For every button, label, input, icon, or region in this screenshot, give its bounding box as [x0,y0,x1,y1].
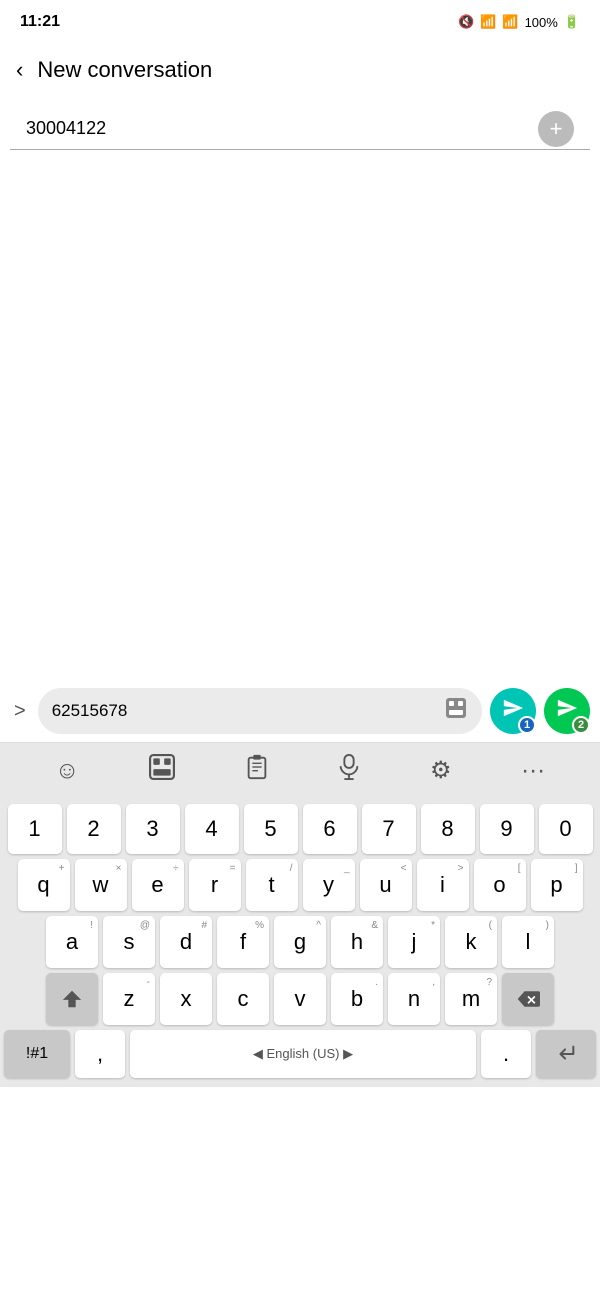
key-g[interactable]: ^g [274,916,326,968]
add-recipient-button[interactable]: + [538,111,574,147]
key-x[interactable]: x [160,973,212,1025]
key-5[interactable]: 5 [244,804,298,854]
keyboard-number-row: 1 2 3 4 5 6 7 8 9 0 [4,804,596,854]
emoji-toolbar-button[interactable]: ☺ [55,757,80,785]
more-toolbar-button[interactable]: ··· [521,757,545,785]
keyboard-row-3: -z x c v .b ,n ?m [4,973,596,1025]
key-s[interactable]: @s [103,916,155,968]
keyboard-row-1: +q ×w ÷e =r /t _y <u >i [o ]p [4,859,596,911]
key-1[interactable]: 1 [8,804,62,854]
key-z[interactable]: -z [103,973,155,1025]
send-button-1[interactable]: 1 [490,688,536,734]
message-input-bar: > 1 2 [0,680,600,742]
mute-icon: 🔇 [458,14,474,30]
key-q[interactable]: +q [18,859,70,911]
key-p[interactable]: ]p [531,859,583,911]
key-u[interactable]: <u [360,859,412,911]
recipient-input[interactable] [26,118,538,139]
send-badge-2: 2 [572,716,590,734]
key-c[interactable]: c [217,973,269,1025]
key-a[interactable]: !a [46,916,98,968]
add-icon: + [550,116,563,142]
sticker-button[interactable] [444,696,468,726]
key-y[interactable]: _y [303,859,355,911]
backspace-icon [516,989,540,1009]
page-title: New conversation [37,57,212,83]
key-l[interactable]: )l [502,916,554,968]
message-area [0,150,600,680]
sticker-toolbar-button[interactable] [149,754,175,787]
status-time: 11:21 [20,13,60,31]
keyboard-bottom-row: !#1 , ◀ English (US) ▶ . [4,1030,596,1078]
message-input-wrap [38,688,482,734]
enter-icon [553,1043,579,1065]
key-0[interactable]: 0 [539,804,593,854]
shift-key[interactable] [46,973,98,1025]
comma-key[interactable]: , [75,1030,125,1078]
key-b[interactable]: .b [331,973,383,1025]
key-n[interactable]: ,n [388,973,440,1025]
key-v[interactable]: v [274,973,326,1025]
back-button[interactable]: ‹ [16,59,23,81]
key-e[interactable]: ÷e [132,859,184,911]
key-k[interactable]: (k [445,916,497,968]
key-h[interactable]: &h [331,916,383,968]
keyboard: 1 2 3 4 5 6 7 8 9 0 +q ×w ÷e =r /t _y <u… [0,798,600,1087]
expand-button[interactable]: > [10,696,30,727]
battery-text: 100% [525,15,558,30]
status-bar: 11:21 🔇 📶 📶 100% 🔋 [0,0,600,40]
signal-icon-2: 📶 [502,14,518,30]
sticker-icon [444,696,468,720]
key-r[interactable]: =r [189,859,241,911]
period-key[interactable]: . [481,1030,531,1078]
header: ‹ New conversation [0,40,600,100]
key-f[interactable]: %f [217,916,269,968]
mic-toolbar-button[interactable] [338,754,360,787]
key-9[interactable]: 9 [480,804,534,854]
key-3[interactable]: 3 [126,804,180,854]
settings-toolbar-button[interactable]: ⚙ [430,756,452,785]
message-input[interactable] [52,701,438,721]
keyboard-toolbar: ☺ ⚙ ··· [0,742,600,798]
key-6[interactable]: 6 [303,804,357,854]
key-7[interactable]: 7 [362,804,416,854]
sym-key[interactable]: !#1 [4,1030,70,1078]
status-icons: 🔇 📶 📶 100% 🔋 [458,14,580,30]
key-w[interactable]: ×w [75,859,127,911]
send-button-2[interactable]: 2 [544,688,590,734]
shift-icon [61,988,83,1010]
recipient-row: + [10,100,590,150]
send-badge-1: 1 [518,716,536,734]
enter-key[interactable] [536,1030,596,1078]
key-i[interactable]: >i [417,859,469,911]
key-d[interactable]: #d [160,916,212,968]
clipboard-toolbar-button[interactable] [245,754,269,787]
key-8[interactable]: 8 [421,804,475,854]
battery-icon: 🔋 [564,14,580,30]
key-j[interactable]: *j [388,916,440,968]
key-4[interactable]: 4 [185,804,239,854]
signal-icon-1: 📶 [480,14,496,30]
key-2[interactable]: 2 [67,804,121,854]
key-m[interactable]: ?m [445,973,497,1025]
key-o[interactable]: [o [474,859,526,911]
key-t[interactable]: /t [246,859,298,911]
backspace-key[interactable] [502,973,554,1025]
space-key[interactable]: ◀ English (US) ▶ [130,1030,476,1078]
keyboard-row-2: !a @s #d %f ^g &h *j (k )l [4,916,596,968]
